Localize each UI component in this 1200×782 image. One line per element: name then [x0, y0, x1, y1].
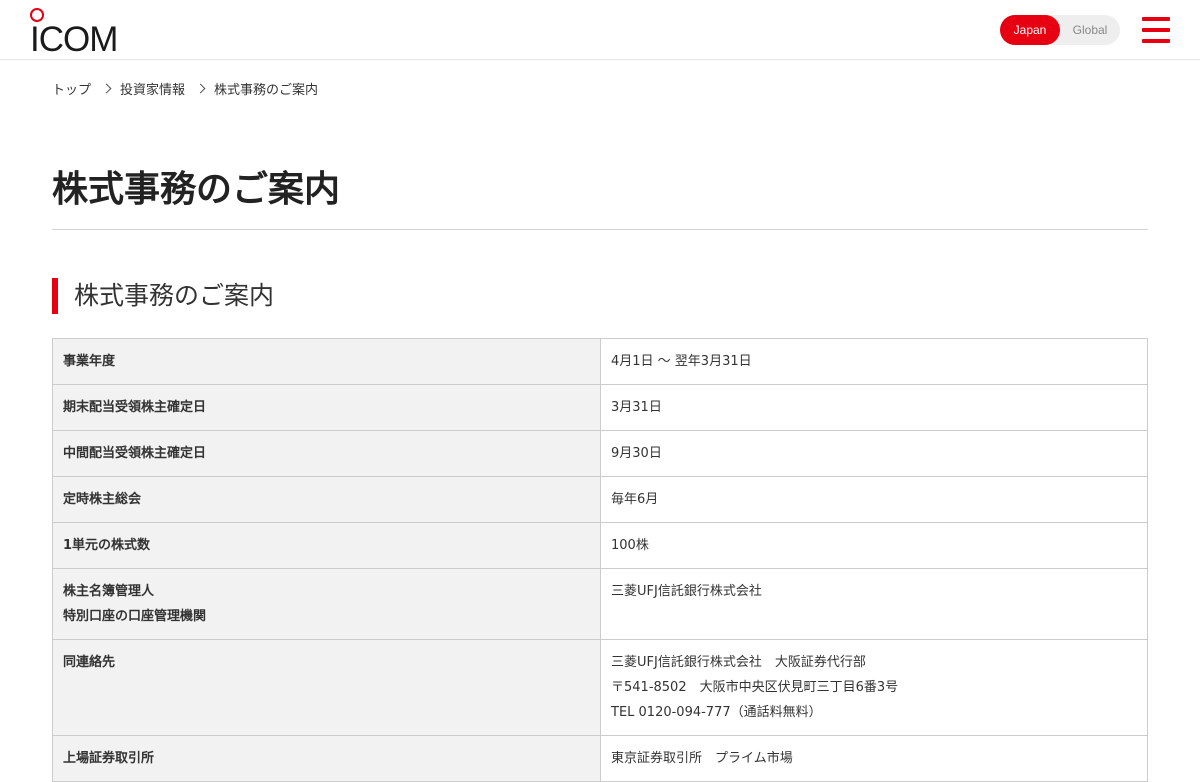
row-value: 三菱UFJ信託銀行株式会社 大阪証券代行部〒541-8502 大阪市中央区伏見町… — [600, 639, 1148, 736]
row-value: 4月1日 〜 翌年3月31日 — [600, 338, 1148, 385]
breadcrumb: トップ 投資家情報 株式事務のご案内 — [52, 78, 318, 98]
row-value-text: 〒541-8502 大阪市中央区伏見町三丁目6番3号 — [611, 680, 899, 695]
row-value: 3月31日 — [600, 384, 1148, 431]
row-value: 東京証券取引所 プライム市場 — [600, 735, 1148, 782]
row-label-text: 期末配当受領株主確定日 — [63, 400, 207, 415]
table-row: 期末配当受領株主確定日 3月31日 — [52, 384, 1148, 431]
lang-global-button[interactable]: Global — [1060, 15, 1120, 45]
table-row: 中間配当受領株主確定日 9月30日 — [52, 430, 1148, 477]
section-title: 株式事務のご案内 — [74, 281, 275, 310]
icom-logo[interactable]: ICOM — [30, 8, 122, 59]
lang-japan-button[interactable]: Japan — [1000, 15, 1060, 45]
stock-info-table: 事業年度 4月1日 〜 翌年3月31日期末配当受領株主確定日 3月31日中間配当受領… — [52, 338, 1148, 782]
breadcrumb-top[interactable]: トップ — [52, 79, 91, 98]
row-label-text: 株主名簿管理人 — [63, 584, 155, 599]
row-value-text: TEL 0120-094-777（通話料無料） — [611, 705, 822, 720]
row-label-text: 特別口座の口座管理機関 — [63, 609, 207, 624]
title-divider — [52, 229, 1148, 230]
row-label-text: 同連絡先 — [63, 655, 116, 670]
row-value-text: 100株 — [611, 538, 649, 553]
row-value: 三菱UFJ信託銀行株式会社 — [600, 568, 1148, 640]
hamburger-icon[interactable] — [1142, 17, 1170, 43]
row-label-text: 事業年度 — [63, 354, 116, 369]
table-row: 同連絡先 三菱UFJ信託銀行株式会社 大阪証券代行部〒541-8502 大阪市中央… — [52, 639, 1148, 736]
table-row: 株主名簿管理人 特別口座の口座管理機関 三菱UFJ信託銀行株式会社 — [52, 568, 1148, 640]
row-value: 毎年6月 — [600, 476, 1148, 523]
row-label: 期末配当受領株主確定日 — [52, 384, 601, 431]
row-value-text: 三菱UFJ信託銀行株式会社 大阪証券代行部 — [611, 655, 866, 670]
row-value-text: 毎年6月 — [611, 492, 659, 507]
row-value: 100株 — [600, 522, 1148, 569]
row-label-text: 中間配当受領株主確定日 — [63, 446, 207, 461]
table-row: 上場証券取引所 東京証券取引所 プライム市場 — [52, 735, 1148, 782]
row-label-text: 上場証券取引所 — [63, 751, 155, 766]
row-value: 9月30日 — [600, 430, 1148, 477]
site-header: ICOM Japan Global — [0, 0, 1200, 60]
row-label: 同連絡先 — [52, 639, 601, 736]
row-value-text: 東京証券取引所 プライム市場 — [611, 751, 793, 766]
row-value-text: 3月31日 — [611, 400, 662, 415]
row-value-text: 9月30日 — [611, 446, 662, 461]
row-label: 上場証券取引所 — [52, 735, 601, 782]
section-accent-bar — [52, 278, 58, 314]
row-label-text: 定時株主総会 — [63, 492, 142, 507]
row-label: 事業年度 — [52, 338, 601, 385]
language-switch: Japan Global — [1000, 15, 1120, 45]
table-row: 事業年度 4月1日 〜 翌年3月31日 — [52, 338, 1148, 385]
breadcrumb-investor[interactable]: 投資家情報 — [120, 79, 185, 98]
table-row: 1単元の株式数 100株 — [52, 522, 1148, 569]
row-value-text: 4月1日 〜 翌年3月31日 — [611, 354, 752, 369]
row-label: 株主名簿管理人特別口座の口座管理機関 — [52, 568, 601, 640]
breadcrumb-current: 株式事務のご案内 — [214, 82, 319, 98]
chevron-right-icon — [195, 83, 206, 93]
row-label: 1単元の株式数 — [52, 522, 601, 569]
chevron-right-icon — [101, 83, 112, 93]
row-label: 中間配当受領株主確定日 — [52, 430, 601, 477]
table-row: 定時株主総会 毎年6月 — [52, 476, 1148, 523]
page-title: 株式事務のご案内 — [52, 169, 341, 210]
row-value-text: 三菱UFJ信託銀行株式会社 — [611, 584, 762, 599]
row-label-text: 1単元の株式数 — [63, 538, 151, 553]
row-label: 定時株主総会 — [52, 476, 601, 523]
logo-text: ICOM — [30, 20, 118, 59]
